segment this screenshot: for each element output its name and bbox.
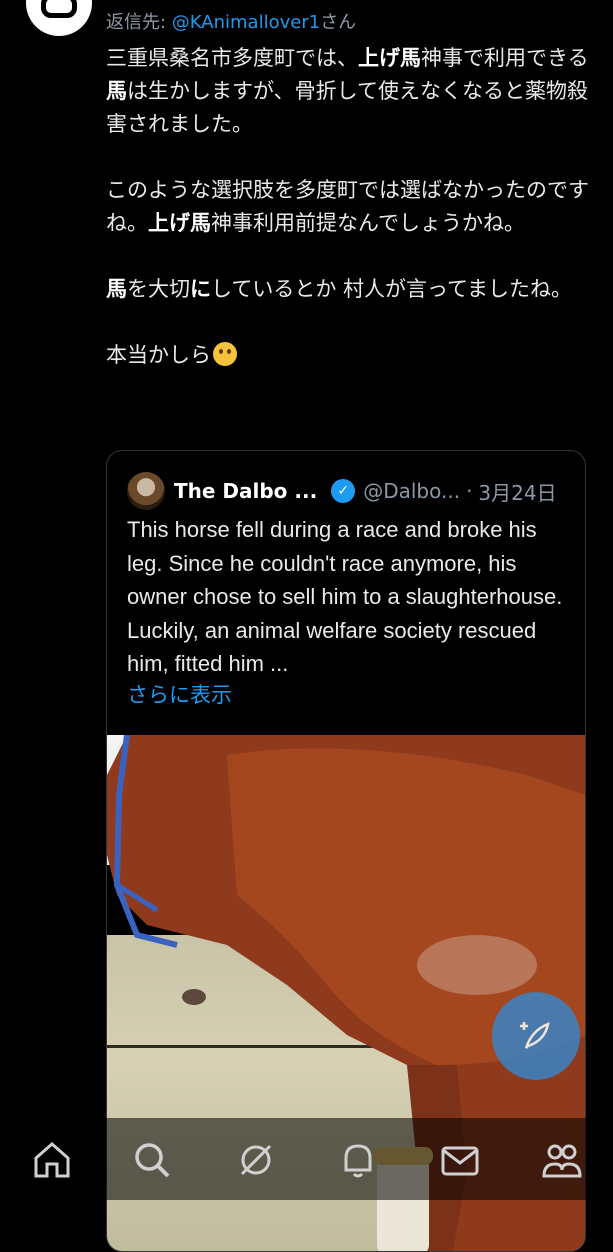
quoted-author-avatar[interactable] (127, 472, 165, 510)
nav-home[interactable] (30, 1138, 74, 1182)
nav-grok[interactable] (234, 1138, 278, 1182)
tweet-paragraph-4: 本当かしら (106, 339, 596, 372)
nav-messages[interactable] (438, 1138, 482, 1182)
verified-badge-icon: ✓ (331, 479, 356, 503)
tweet-body: 三重県桑名市多度町では、上げ馬神事で利用できる馬は生かしますが、骨折して使えなく… (106, 42, 596, 372)
reply-prefix: 返信先: (106, 12, 172, 33)
home-icon (34, 1142, 70, 1178)
compose-button[interactable] (492, 992, 580, 1080)
reply-author-avatar[interactable] (26, 0, 92, 36)
notifications-icon (344, 1144, 372, 1178)
quoted-author-handle[interactable]: @Dalbo... (363, 479, 460, 503)
search-icon (135, 1143, 170, 1178)
bottom-navigation-bar (0, 1118, 613, 1200)
messages-icon (441, 1146, 479, 1176)
quoted-author-name[interactable]: The Dalbo ... (174, 479, 317, 503)
compose-feather-icon (520, 1021, 550, 1049)
grok-icon (240, 1144, 272, 1176)
nav-communities[interactable] (540, 1138, 584, 1182)
quoted-tweet-text: This horse fell during a race and broke … (127, 517, 563, 676)
reply-suffix: さん (320, 12, 357, 33)
separator-dot: · (466, 479, 473, 503)
thinking-face-icon (213, 342, 237, 366)
quoted-tweet-date[interactable]: 3月24日 (478, 477, 556, 506)
tweet-paragraph-1: 三重県桑名市多度町では、上げ馬神事で利用できる馬は生かしますが、骨折して使えなく… (106, 46, 589, 136)
tweet-paragraph-3: 馬を大切にしているとか 村人が言ってましたね。 (106, 277, 572, 301)
nav-search[interactable] (130, 1138, 174, 1182)
reply-to-line: 返信先: @KAnimallover1さん (106, 8, 356, 34)
quoted-tweet-header: The Dalbo ... ✓ @Dalbo... · 3月24日 (127, 471, 575, 511)
show-more-link[interactable]: さらに表示 (127, 679, 232, 709)
nav-notifications[interactable] (336, 1138, 380, 1182)
tweet-paragraph-2: このような選択肢を多度町では選ばなかったのですね。上げ馬神事利用前提なんでしょう… (106, 178, 589, 235)
communities-icon (542, 1144, 582, 1178)
reply-handle-link[interactable]: @KAnimallover1 (172, 12, 320, 33)
